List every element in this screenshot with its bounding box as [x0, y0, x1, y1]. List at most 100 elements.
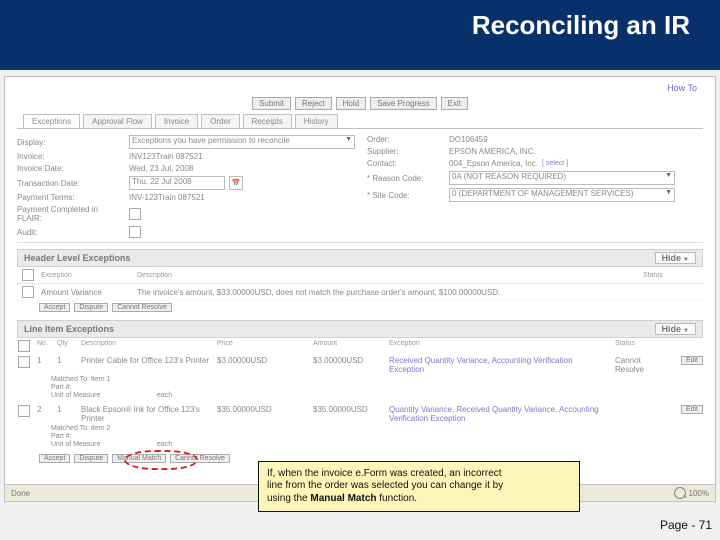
header-exceptions-head: Header Level Exceptions Hide — [17, 249, 703, 267]
zoom-level: 100% — [689, 489, 709, 498]
payment-completed-checkbox[interactable] — [129, 208, 141, 220]
edit-button[interactable]: Edit — [681, 356, 703, 365]
howto-link[interactable]: How To — [667, 83, 697, 93]
select-all-checkbox[interactable] — [22, 269, 34, 281]
col-status: Status — [643, 272, 699, 279]
line-qty: 1 — [57, 356, 75, 365]
contact-label: Contact: — [367, 159, 445, 168]
invoice-date-label: Invoice Date: — [17, 164, 125, 173]
reason-select[interactable]: 0A (NOT REASON REQUIRED) — [449, 171, 675, 185]
line-checkbox[interactable] — [18, 356, 30, 368]
col-no: No. — [37, 340, 51, 347]
line-price: $35.00000USD — [217, 405, 307, 414]
line-exceptions-head: Line Item Exceptions Hide — [17, 320, 703, 338]
title-banner: Reconciling an IR — [0, 0, 720, 70]
line-select-all-checkbox[interactable] — [18, 340, 30, 352]
line-qty: 1 — [57, 405, 75, 414]
save-progress-button[interactable]: Save Progress — [370, 97, 436, 110]
header-hide-button[interactable]: Hide — [655, 252, 696, 264]
tab-invoice[interactable]: Invoice — [155, 114, 198, 128]
payment-completed-label: Payment Completed in FLAIR: — [17, 205, 125, 223]
site-label: * Site Code: — [367, 191, 445, 200]
line-item-row: 2 1 Black Epson® Ink for Office 123's Pr… — [17, 403, 703, 425]
header-exception-row: Amount Variance The invoice's amount, $3… — [17, 284, 703, 301]
line-amount: $3.00000USD — [313, 356, 383, 365]
part-label: Part #: — [51, 433, 72, 440]
header-dispute-button[interactable]: Dispute — [74, 303, 108, 312]
invoice-value: INV123Train 087521 — [129, 152, 203, 161]
tab-strip: Exceptions Approval Flow Invoice Order R… — [17, 114, 703, 129]
line-checkbox[interactable] — [18, 405, 30, 417]
tab-approval-flow[interactable]: Approval Flow — [83, 114, 152, 128]
exception-desc: The invoice's amount, $33.00000USD, does… — [137, 288, 637, 297]
header-exceptions-title: Header Level Exceptions — [24, 253, 131, 263]
line-amount: $35.00000USD — [313, 405, 383, 414]
line-exceptions-title: Line Item Exceptions — [24, 324, 114, 334]
form-area: Display:Exceptions you have permission t… — [17, 129, 703, 243]
callout-line3c: function. — [377, 493, 418, 504]
line-status: Cannot Resolve — [615, 356, 665, 374]
exit-button[interactable]: Exit — [441, 97, 468, 110]
row-checkbox[interactable] — [22, 286, 34, 298]
edit-button[interactable]: Edit — [681, 405, 703, 414]
matched-to: Matched To: Item 1 — [51, 376, 110, 383]
zoom-icon — [674, 487, 686, 499]
callout-note: If, when the invoice e.Form was created,… — [258, 461, 580, 513]
line-no: 1 — [37, 356, 51, 365]
tab-exceptions[interactable]: Exceptions — [23, 114, 80, 128]
line-no: 2 — [37, 405, 51, 414]
site-select[interactable]: 0 (DEPARTMENT OF MANAGEMENT SERVICES) — [449, 188, 675, 202]
order-value: DO106459 — [449, 135, 488, 144]
contact-value: 004_Epson America, Inc. — [449, 159, 538, 168]
calendar-icon[interactable]: 📅 — [229, 176, 243, 190]
col-amount: Amount — [313, 340, 383, 347]
status-done: Done — [11, 489, 30, 498]
invoice-date-value: Wed, 23 Jul, 2008 — [129, 164, 193, 173]
line-dispute-button[interactable]: Dispute — [74, 454, 108, 463]
uom-value: each — [157, 392, 172, 399]
line-desc: Black Epson® Ink for Office 123's Printe… — [81, 405, 211, 423]
app-window: How To Submit Reject Hold Save Progress … — [4, 76, 716, 502]
header-accept-button[interactable]: Accept — [39, 303, 70, 312]
col-price: Price — [217, 340, 307, 347]
col-line-exception: Exception — [389, 340, 609, 347]
tab-history[interactable]: History — [295, 114, 338, 128]
highlight-oval — [124, 450, 198, 470]
audit-checkbox[interactable] — [129, 226, 141, 238]
line-accept-button[interactable]: Accept — [39, 454, 70, 463]
tab-order[interactable]: Order — [201, 114, 239, 128]
line-desc: Printer Cable for Office 123's Printer — [81, 356, 211, 365]
callout-line3a: using the — [267, 493, 310, 504]
callout-line2: line from the order was selected you can… — [267, 480, 571, 493]
reason-label: * Reason Code: — [367, 174, 445, 183]
display-select[interactable]: Exceptions you have permission to reconc… — [129, 135, 355, 149]
col-qty: Qty — [57, 340, 75, 347]
transaction-date-input[interactable]: Thu, 22 Jul 2008 — [129, 176, 225, 190]
hold-button[interactable]: Hold — [336, 97, 366, 110]
header-cannot-resolve-button[interactable]: Cannot Resolve — [112, 303, 172, 312]
matched-to: Matched To: Item 2 — [51, 425, 110, 432]
line-hide-button[interactable]: Hide — [655, 323, 696, 335]
supplier-value: EPSON AMERICA, INC. — [449, 147, 536, 156]
reject-button[interactable]: Reject — [295, 97, 332, 110]
line-exception-link[interactable]: Received Quantity Variance, Accounting V… — [389, 356, 609, 374]
part-label: Part #: — [51, 384, 72, 391]
callout-manual-match: Manual Match — [310, 493, 376, 504]
line-exception-link[interactable]: Quantity Variance, Received Quantity Var… — [389, 405, 609, 423]
uom-label: Unit of Measure — [51, 441, 151, 448]
button-row: Submit Reject Hold Save Progress Exit — [17, 95, 703, 114]
col-line-status: Status — [615, 340, 665, 347]
col-description: Description — [137, 272, 637, 279]
tab-receipts[interactable]: Receipts — [243, 114, 292, 128]
order-label: Order: — [367, 135, 445, 144]
select-contact-link[interactable]: [ select ] — [542, 160, 568, 167]
col-exception: Exception — [41, 272, 131, 279]
invoice-label: Invoice: — [17, 152, 125, 161]
audit-label: Audit: — [17, 228, 125, 237]
exception-name: Amount Variance — [41, 288, 131, 297]
uom-label: Unit of Measure — [51, 392, 151, 399]
line-price: $3.00000USD — [217, 356, 307, 365]
supplier-label: Supplier: — [367, 147, 445, 156]
page-number: Page - 71 — [660, 518, 712, 532]
submit-button[interactable]: Submit — [252, 97, 291, 110]
